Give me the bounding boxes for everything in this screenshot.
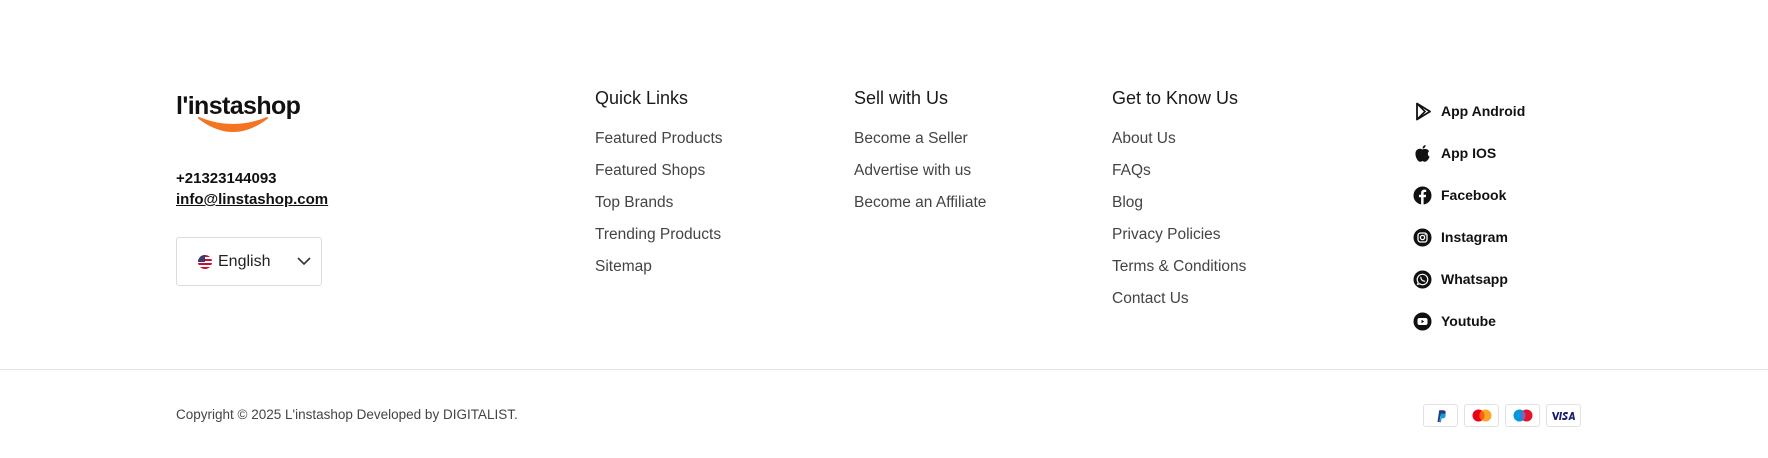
sell-with-us-column: Sell with Us Become a Seller Advertise w… (854, 87, 986, 225)
site-logo[interactable]: l'instashop (176, 92, 301, 142)
us-flag-icon (198, 254, 212, 269)
contact-email[interactable]: info@linstashop.com (176, 189, 328, 211)
column-title: Sell with Us (854, 88, 949, 108)
chevron-down-icon (297, 257, 311, 266)
link-list: Become a Seller Advertise with us Become… (854, 129, 986, 213)
facebook-icon (1413, 186, 1432, 205)
social-label: App Android (1441, 103, 1526, 119)
social-label: Whatsapp (1441, 271, 1508, 287)
social-label: Youtube (1441, 313, 1496, 329)
mastercard-icon (1464, 404, 1499, 427)
footer-link[interactable]: FAQs (1112, 161, 1246, 181)
link-list: About Us FAQs Blog Privacy Policies Term… (1112, 129, 1246, 309)
social-link-app-ios[interactable]: App IOS (1413, 132, 1525, 174)
footer-link[interactable]: About Us (1112, 129, 1246, 149)
footer-link[interactable]: Featured Shops (595, 161, 723, 181)
footer-link[interactable]: Sitemap (595, 257, 723, 277)
social-link-whatsapp[interactable]: Whatsapp (1413, 258, 1525, 300)
footer-link[interactable]: Advertise with us (854, 161, 986, 181)
instagram-icon (1413, 228, 1432, 247)
footer-link[interactable]: Contact Us (1112, 289, 1246, 309)
column-title: Quick Links (595, 88, 689, 108)
logo-smile-icon (198, 117, 268, 132)
social-link-youtube[interactable]: Youtube (1413, 300, 1525, 342)
get-to-know-us-column: Get to Know Us About Us FAQs Blog Privac… (1112, 87, 1246, 321)
language-select[interactable]: English (176, 237, 322, 286)
apple-icon (1413, 144, 1432, 163)
column-title: Get to Know Us (1112, 88, 1239, 108)
footer-link[interactable]: Trending Products (595, 225, 723, 245)
footer-link[interactable]: Blog (1112, 193, 1246, 213)
social-link-facebook[interactable]: Facebook (1413, 174, 1525, 216)
payment-methods (1423, 404, 1587, 427)
site-footer: l'instashop +21323144093 info@linstashop… (0, 0, 1768, 369)
footer-link[interactable]: Become an Affiliate (854, 193, 986, 213)
youtube-icon (1413, 312, 1432, 331)
social-label: Facebook (1441, 187, 1507, 203)
paypal-icon (1423, 404, 1458, 427)
social-links: App Android App IOS Facebook Instagram W… (1413, 90, 1525, 342)
footer-divider (0, 369, 1768, 370)
language-label: English (218, 252, 271, 270)
social-label: App IOS (1441, 145, 1497, 161)
copyright-text: Copyright © 2025 L'instashop Developed b… (176, 407, 518, 422)
quick-links-column: Quick Links Featured Products Featured S… (595, 87, 723, 289)
footer-link[interactable]: Featured Products (595, 129, 723, 149)
social-link-instagram[interactable]: Instagram (1413, 216, 1525, 258)
link-list: Featured Products Featured Shops Top Bra… (595, 129, 723, 277)
footer-link[interactable]: Terms & Conditions (1112, 257, 1246, 277)
footer-link[interactable]: Top Brands (595, 193, 723, 213)
social-link-app-android[interactable]: App Android (1413, 90, 1525, 132)
footer-brand: l'instashop +21323144093 info@linstashop… (176, 92, 476, 286)
contact-phone[interactable]: +21323144093 (176, 169, 476, 189)
maestro-icon (1505, 404, 1540, 427)
whatsapp-icon (1413, 270, 1432, 289)
footer-link[interactable]: Become a Seller (854, 129, 986, 149)
social-label: Instagram (1441, 229, 1508, 245)
visa-icon (1546, 404, 1581, 427)
google-play-icon (1413, 102, 1432, 121)
footer-link[interactable]: Privacy Policies (1112, 225, 1246, 245)
